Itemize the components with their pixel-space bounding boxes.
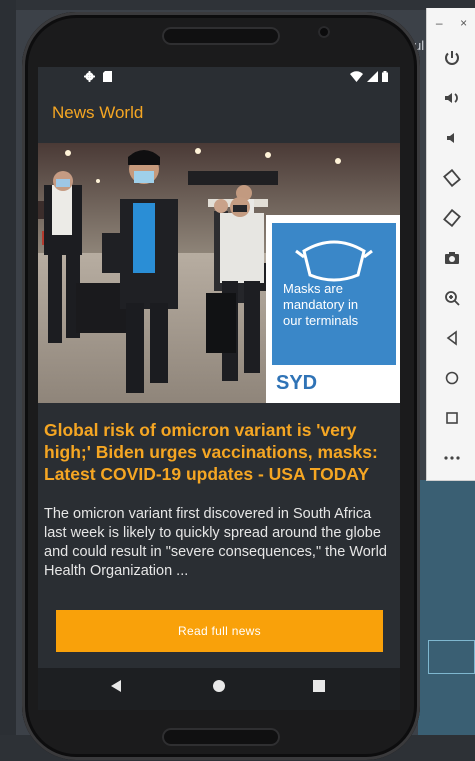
- volume-up-icon: [444, 93, 458, 103]
- status-right: [350, 71, 388, 82]
- article-summary: The omicron variant first discovered in …: [44, 506, 387, 579]
- emulator-toolbar: – ×: [426, 8, 475, 481]
- more-icon: [443, 456, 460, 460]
- android-nav-bar: [38, 668, 400, 710]
- read-full-news-button[interactable]: Read full news: [56, 610, 383, 652]
- nav-home-button[interactable]: [212, 679, 226, 698]
- zoom-button[interactable]: [427, 278, 475, 318]
- home-icon: [445, 371, 458, 385]
- bottom-speaker: [162, 728, 280, 746]
- nav-back-button[interactable]: [109, 679, 123, 698]
- wifi-icon: [350, 71, 363, 82]
- back-icon: [446, 330, 457, 346]
- rotate-left-button[interactable]: [427, 158, 475, 198]
- screenshot-button[interactable]: [427, 238, 475, 278]
- overview-button[interactable]: [427, 398, 475, 438]
- host-frame: [428, 640, 475, 674]
- article-photo: Masks are mandatory in our terminals SYD: [38, 143, 400, 403]
- rotate-right-button[interactable]: [427, 198, 475, 238]
- overview-square-icon: [313, 680, 325, 692]
- phone-screen: News World Masks are mandatory in our te…: [38, 67, 400, 710]
- rotate-left-icon: [442, 169, 461, 187]
- power-button[interactable]: [427, 38, 475, 78]
- status-bar: [38, 67, 400, 89]
- camera-icon: [444, 252, 459, 264]
- article-headline: Global risk of omicron variant is 'very …: [44, 420, 378, 484]
- host-top-bar: [0, 0, 475, 10]
- app-title: News World: [52, 103, 144, 122]
- nav-overview-button[interactable]: [312, 679, 326, 698]
- toolbar-window-controls: – ×: [427, 8, 475, 38]
- home-circle-icon: [213, 680, 225, 692]
- battery-icon: [382, 71, 388, 82]
- host-right-panel: [418, 480, 475, 761]
- sign-line-2: mandatory in: [283, 297, 358, 312]
- volume-down-button[interactable]: [427, 118, 475, 158]
- zoom-icon: [444, 291, 460, 306]
- top-speaker: [162, 27, 280, 45]
- back-button[interactable]: [427, 318, 475, 358]
- rotate-right-icon: [442, 209, 461, 227]
- minimize-button[interactable]: –: [436, 16, 443, 30]
- settings-gear-icon: [84, 71, 95, 82]
- sd-card-icon: [103, 71, 112, 82]
- home-button[interactable]: [427, 358, 475, 398]
- volume-up-button[interactable]: [427, 78, 475, 118]
- sign-line-1: Masks are: [283, 281, 343, 296]
- volume-down-icon: [446, 133, 454, 143]
- host-left-panel: [0, 0, 16, 761]
- signal-icon: [367, 71, 378, 82]
- overview-icon: [445, 412, 458, 424]
- article-image: Masks are mandatory in our terminals SYD: [38, 143, 400, 403]
- back-triangle-icon: [111, 680, 121, 692]
- close-button[interactable]: ×: [460, 16, 467, 30]
- power-icon: [444, 51, 459, 65]
- sign-line-3: our terminals: [283, 313, 359, 328]
- more-button[interactable]: [427, 438, 475, 478]
- sign-code: SYD: [276, 372, 317, 394]
- front-camera: [318, 26, 330, 38]
- status-left: [84, 71, 112, 82]
